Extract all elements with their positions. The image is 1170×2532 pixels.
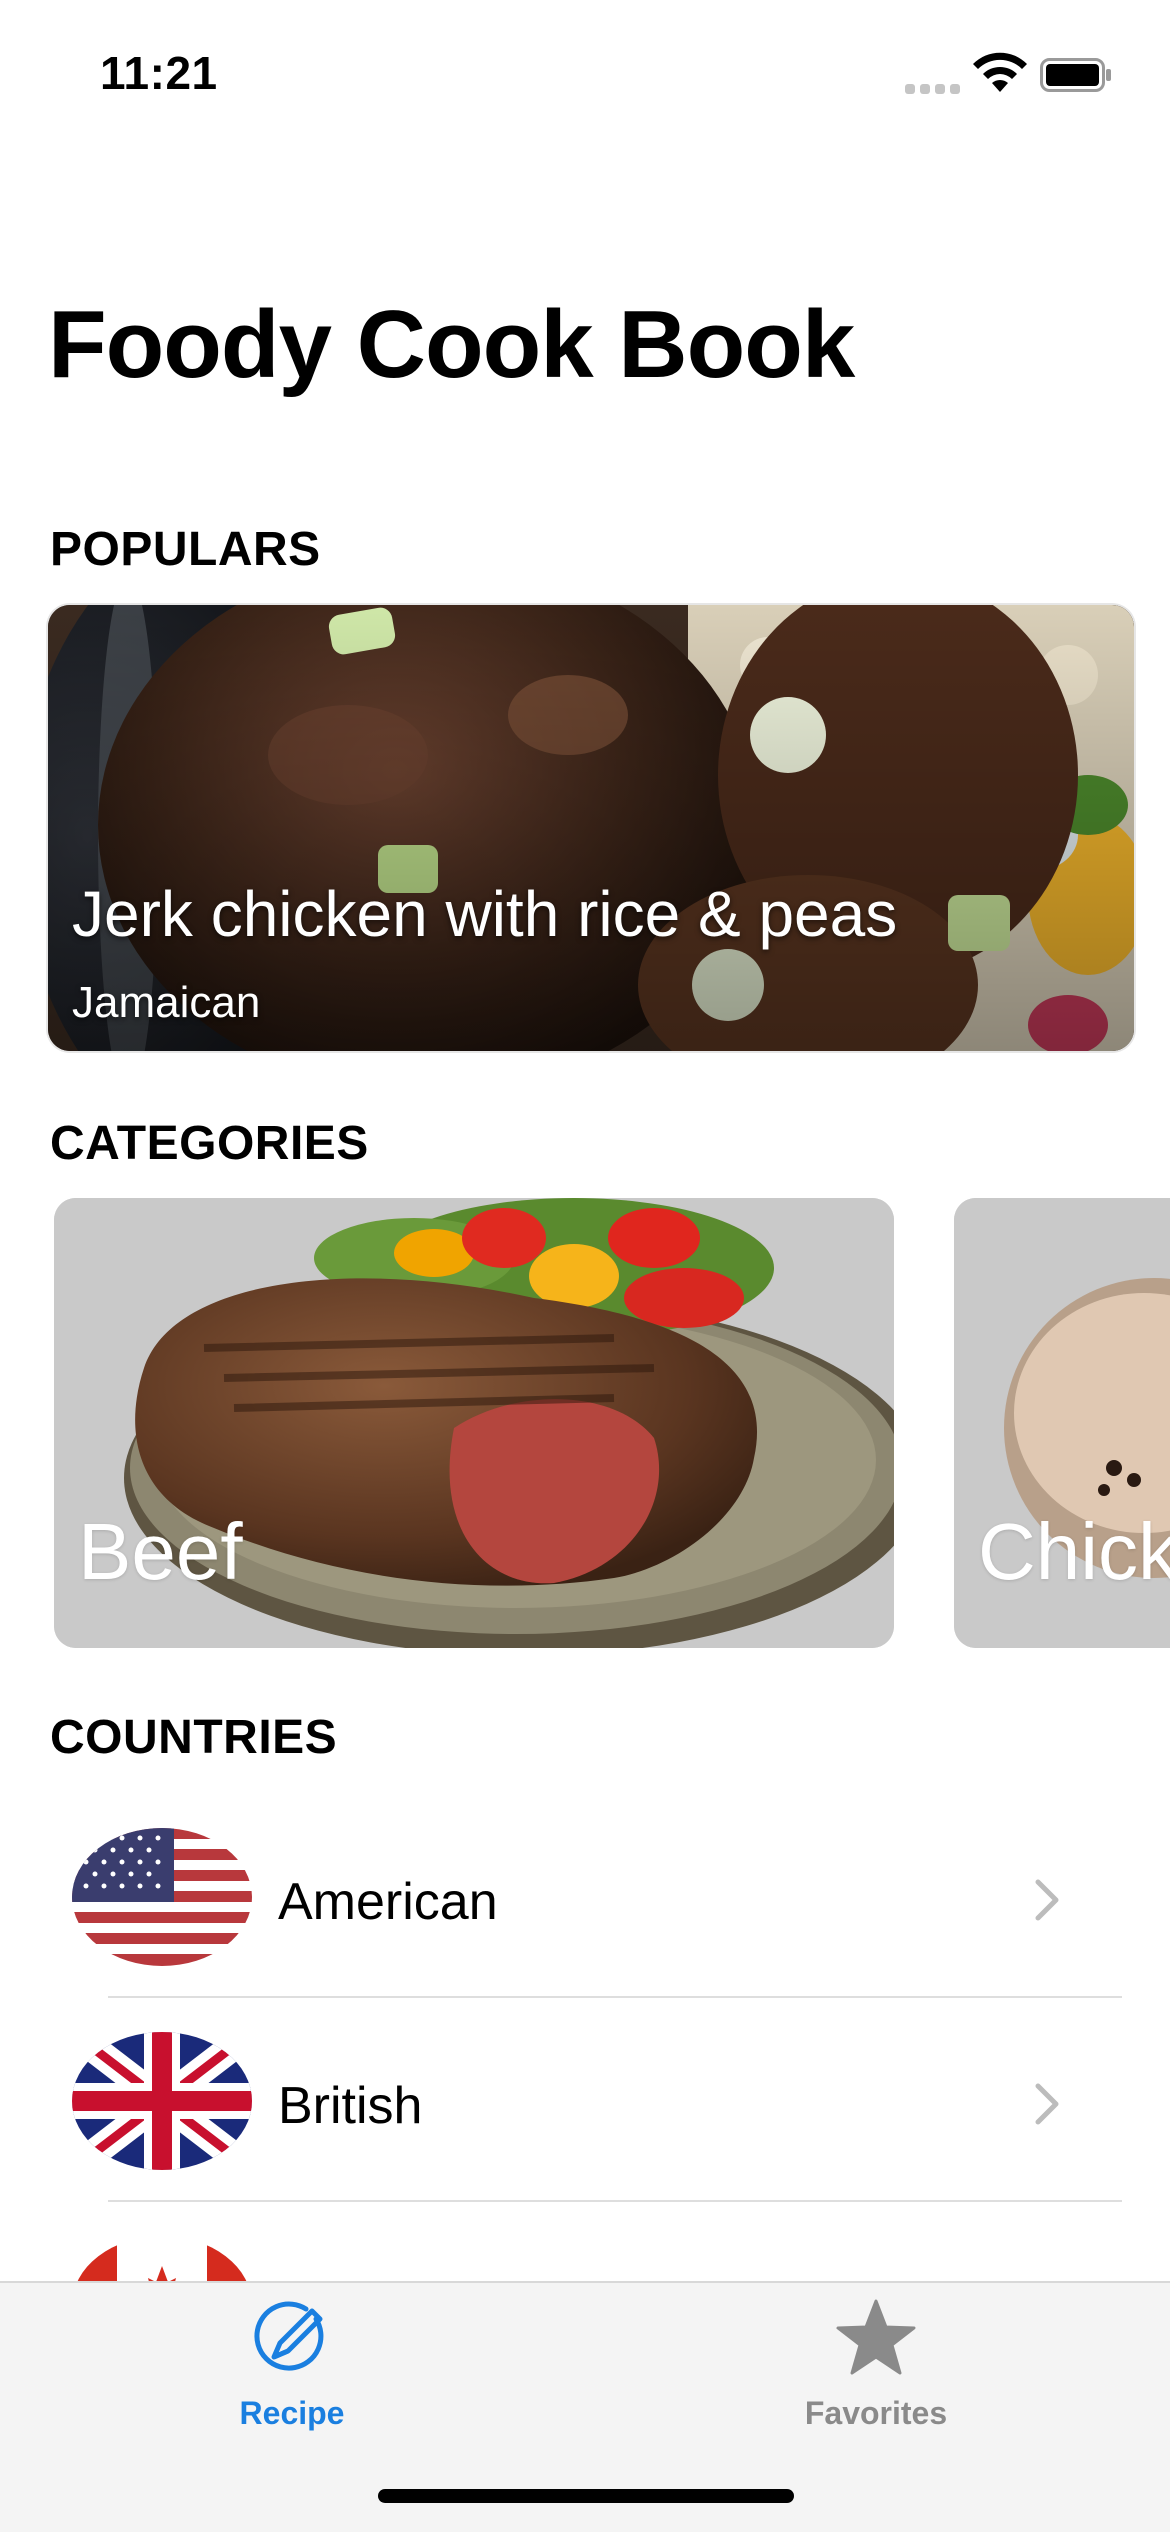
country-row-british[interactable]: British xyxy=(0,1998,1170,2202)
battery-icon xyxy=(1040,58,1111,92)
chevron-right-icon xyxy=(1035,1879,1059,1921)
categories-header: CATEGORIES xyxy=(50,1117,369,1170)
page-title: Foody Cook Book xyxy=(48,291,855,398)
tab-favorites[interactable]: Favorites xyxy=(726,2283,1026,2453)
category-card-chicken[interactable]: Chick xyxy=(954,1198,1170,1648)
chevron-right-icon xyxy=(1035,2083,1059,2125)
tab-label: Favorites xyxy=(804,2395,948,2431)
us-flag-icon xyxy=(72,1828,252,1966)
tab-recipe[interactable]: Recipe xyxy=(142,2283,442,2453)
uk-flag-icon xyxy=(72,2032,252,2170)
countries-header: COUNTRIES xyxy=(50,1711,338,1764)
status-time: 11:21 xyxy=(100,47,218,99)
wifi-icon xyxy=(973,52,1027,92)
category-label: Chick xyxy=(978,1507,1170,1596)
star-icon xyxy=(836,2299,916,2375)
status-bar: 11:21 xyxy=(0,0,1170,140)
popular-recipe-title: Jerk chicken with rice & peas xyxy=(72,878,898,950)
country-name: British xyxy=(278,2077,423,2135)
popular-recipe-area: Jamaican xyxy=(72,978,261,1027)
cellular-signal-icon xyxy=(905,80,961,94)
tab-label: Recipe xyxy=(239,2395,345,2431)
country-name: American xyxy=(278,1873,498,1931)
category-label: Beef xyxy=(78,1507,243,1596)
populars-header: POPULARS xyxy=(50,523,321,576)
recipe-icon xyxy=(254,2301,324,2371)
country-row-american[interactable]: American xyxy=(0,1794,1170,1998)
home-indicator[interactable] xyxy=(378,2489,794,2503)
popular-recipe-card[interactable]: Jerk chicken with rice & peas Jamaican xyxy=(48,605,1134,1051)
category-card-beef[interactable]: Beef xyxy=(54,1198,894,1648)
